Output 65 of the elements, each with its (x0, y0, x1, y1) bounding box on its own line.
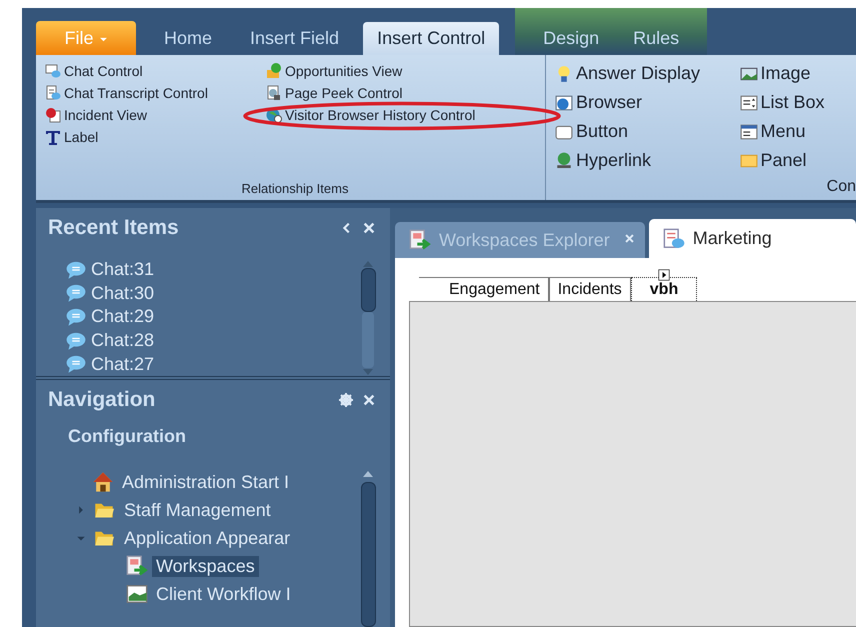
picture-frame-icon (126, 583, 148, 605)
chat-bubble-icon (66, 330, 86, 351)
ribbon-tab[interactable]: Insert Control (363, 22, 500, 55)
ribbon-command[interactable]: Image (740, 63, 811, 84)
ribbon-command[interactable]: Incident View (45, 107, 148, 123)
ribbon-command[interactable]: Visitor Browser History Control (266, 107, 476, 123)
ribbon-command[interactable]: Chat Transcript Control (45, 85, 208, 101)
panel-title: Recent Items (48, 216, 180, 240)
house-icon (92, 471, 114, 493)
globe-link-icon (555, 152, 573, 170)
tree-item[interactable]: Administration Start I (118, 472, 294, 492)
alert-document-icon (45, 107, 61, 123)
chat-document-icon (662, 228, 685, 250)
ribbon-command[interactable]: Hyperlink (555, 150, 652, 171)
chat-window-icon (45, 63, 61, 79)
chat-bubble-icon (66, 283, 86, 304)
recent-item[interactable]: Chat:29 (66, 305, 360, 329)
document-icon (45, 85, 61, 101)
close-icon[interactable] (624, 233, 635, 244)
list-box-icon (740, 94, 758, 112)
tree-item[interactable]: Application Appearar (120, 528, 294, 548)
ribbon-command[interactable]: Opportunities View (266, 63, 402, 79)
chat-bubble-icon (66, 306, 86, 327)
magnifier-document-icon (266, 85, 282, 101)
ribbon-tab[interactable]: Design (529, 21, 614, 55)
designer-tab[interactable]: Incidents (548, 277, 631, 301)
section-heading: Configuration (67, 425, 187, 448)
ribbon-command[interactable]: Label (45, 129, 98, 145)
document-arrow-icon (409, 229, 431, 251)
ribbon-command[interactable]: List Box (740, 92, 825, 113)
globe-clock-icon (266, 107, 282, 123)
tab-handle-icon (657, 269, 671, 281)
tree-item[interactable]: Staff Management (120, 500, 275, 520)
chat-bubble-icon (66, 260, 86, 280)
chat-bubble-icon (66, 354, 86, 374)
tree-item[interactable]: Client Workflow I (152, 584, 295, 604)
group-label: Relationship Items (242, 181, 348, 196)
document-tab[interactable]: Marketing (648, 219, 856, 258)
recent-item[interactable]: Chat:27 (66, 352, 360, 376)
recent-item[interactable]: Chat:30 (66, 282, 360, 306)
document-arrow-icon (126, 555, 148, 577)
letter-t-icon (45, 129, 61, 145)
ribbon-tab[interactable]: Rules (619, 21, 694, 55)
ribbon-command[interactable]: Button (555, 121, 628, 142)
panel-title: Navigation (48, 388, 156, 412)
ribbon-command[interactable]: Menu (740, 121, 806, 142)
close-icon (362, 221, 376, 235)
browser-icon (555, 94, 573, 112)
designer-tab[interactable]: vbh (630, 277, 698, 301)
group-label: Con (826, 178, 856, 196)
close-icon (362, 393, 376, 407)
ribbon-tab[interactable]: Home (150, 21, 226, 55)
ribbon-command[interactable]: Chat Control (45, 63, 143, 79)
ribbon-tab[interactable]: Insert Field (236, 21, 354, 55)
coin-folder-icon (266, 63, 282, 79)
ribbon-command[interactable]: Answer Display (555, 63, 700, 84)
recent-item[interactable]: Chat:31 (66, 258, 360, 282)
ribbon-command[interactable]: Browser (555, 92, 642, 113)
settings-icon (338, 392, 354, 408)
scroll-up-icon[interactable] (362, 470, 374, 478)
menu-icon (740, 122, 758, 140)
ribbon-command[interactable]: Panel (740, 150, 807, 171)
ribbon-command[interactable]: Page Peek Control (266, 85, 403, 101)
tree-item[interactable]: Workspaces (152, 556, 259, 576)
recent-item[interactable]: Chat:28 (66, 328, 360, 352)
